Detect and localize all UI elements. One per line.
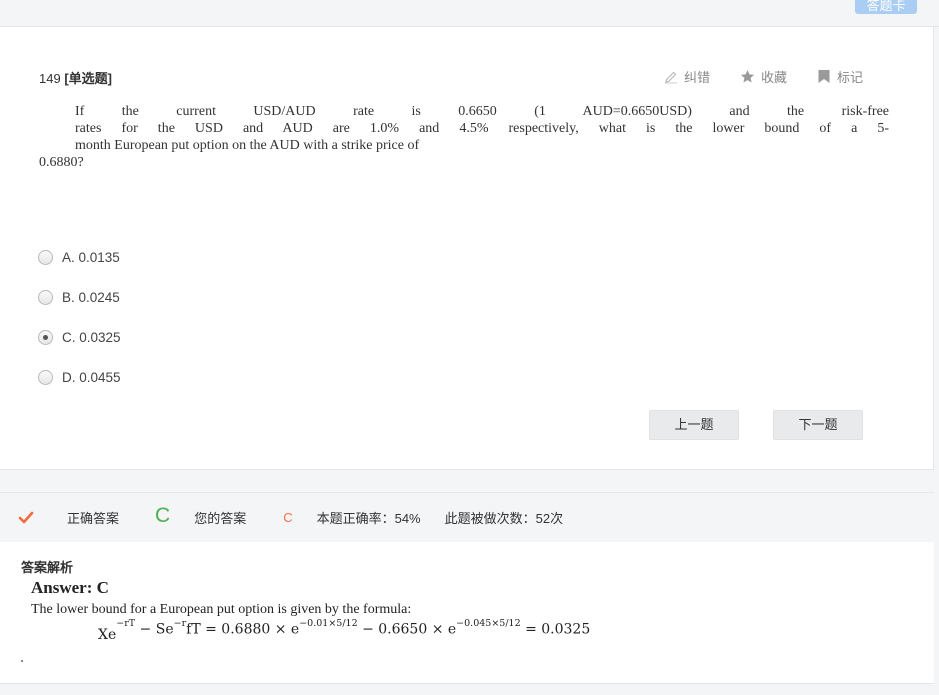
accuracy-rate: 本题正确率：54% [316, 511, 421, 526]
analysis-title: 答案解析 [21, 560, 74, 575]
option-label: D. 0.0455 [62, 369, 121, 385]
your-answer-value: C [283, 510, 293, 525]
option-b[interactable]: B. 0.0245 [38, 277, 121, 317]
top-strip: 答题卡 [0, 0, 939, 27]
stem-line: rates for the USD and AUD are 1.0% and 4… [75, 121, 889, 136]
analysis-explanation: The lower bound for a European put optio… [31, 602, 412, 617]
correct-answer-value: C [155, 503, 171, 527]
option-a[interactable]: A. 0.0135 [38, 237, 121, 277]
radio-button[interactable] [38, 249, 53, 265]
formula-part: − 0.6650 × e [357, 621, 457, 638]
answer-sheet-button[interactable]: 答题卡 [855, 0, 917, 14]
radio-button-selected[interactable] [38, 329, 53, 345]
analysis-answer: Answer: C [31, 578, 109, 597]
question-number: 149 [39, 71, 61, 86]
favorite-button[interactable]: 收藏 [740, 67, 787, 86]
option-label: C. 0.0325 [62, 329, 121, 345]
question-header: 149 [单选题] [39, 68, 112, 87]
answer-analysis: 答案解析 Answer: C The lower bound for a Eur… [0, 542, 934, 684]
formula-part: = 0.6880 × e [200, 621, 300, 638]
formula-part: Xe [98, 626, 117, 643]
option-c[interactable]: C. 0.0325 [38, 317, 121, 357]
checkmark-icon [18, 511, 34, 523]
question-stem: If the current USD/AUD rate is 0.6650 (1… [39, 103, 889, 171]
mark-button[interactable]: 标记 [817, 67, 863, 86]
radio-button[interactable] [38, 369, 53, 385]
mark-label: 标记 [836, 70, 863, 85]
decorative-dot [21, 660, 23, 662]
formula-exponent: −0.045×5/12 [456, 618, 521, 629]
stem-line: If the current USD/AUD rate is 0.6650 (1… [75, 104, 889, 119]
report-error-button[interactable]: 纠错 [664, 67, 710, 86]
option-label: B. 0.0245 [62, 289, 120, 305]
previous-question-button[interactable]: 上一题 [649, 410, 739, 440]
question-card: 149 [单选题] 纠错 收藏 标记 If the current USD/AU… [0, 27, 934, 470]
formula-exponent: −0.01×5/12 [299, 618, 358, 629]
question-tools: 纠错 收藏 标记 [634, 67, 863, 86]
star-icon [740, 70, 755, 83]
radio-button[interactable] [38, 289, 53, 305]
formula-exponent: −r [173, 618, 187, 629]
bookmark-flag-icon [818, 70, 830, 83]
formula-part: fT [186, 621, 201, 638]
report-error-label: 纠错 [683, 70, 710, 85]
result-bar: 正确答案 C 您的答案 C 本题正确率：54% 此题被做次数：52次 [0, 492, 934, 542]
formula-part: − Se [135, 621, 174, 638]
formula-result: = 0.0325 [520, 621, 591, 638]
times-done: 此题被做次数：52次 [444, 511, 564, 526]
option-list: A. 0.0135 B. 0.0245 C. 0.0325 D. 0.0455 [38, 237, 121, 397]
stem-line: month European put option on the AUD wit… [75, 138, 420, 153]
formula-exponent: −rT [116, 618, 136, 629]
favorite-label: 收藏 [760, 70, 787, 85]
option-label: A. 0.0135 [62, 249, 120, 265]
your-answer-label: 您的答案 [194, 511, 247, 526]
analysis-formula: Xe−rT − Se−rfT = 0.6880 × e−0.01×5/12 − … [98, 618, 591, 643]
pencil-icon [664, 71, 677, 83]
question-type: [单选题] [64, 71, 112, 86]
next-question-button[interactable]: 下一题 [773, 410, 863, 440]
option-d[interactable]: D. 0.0455 [38, 357, 121, 397]
stem-line: 0.6880? [39, 155, 84, 170]
correct-answer-label: 正确答案 [67, 511, 120, 526]
